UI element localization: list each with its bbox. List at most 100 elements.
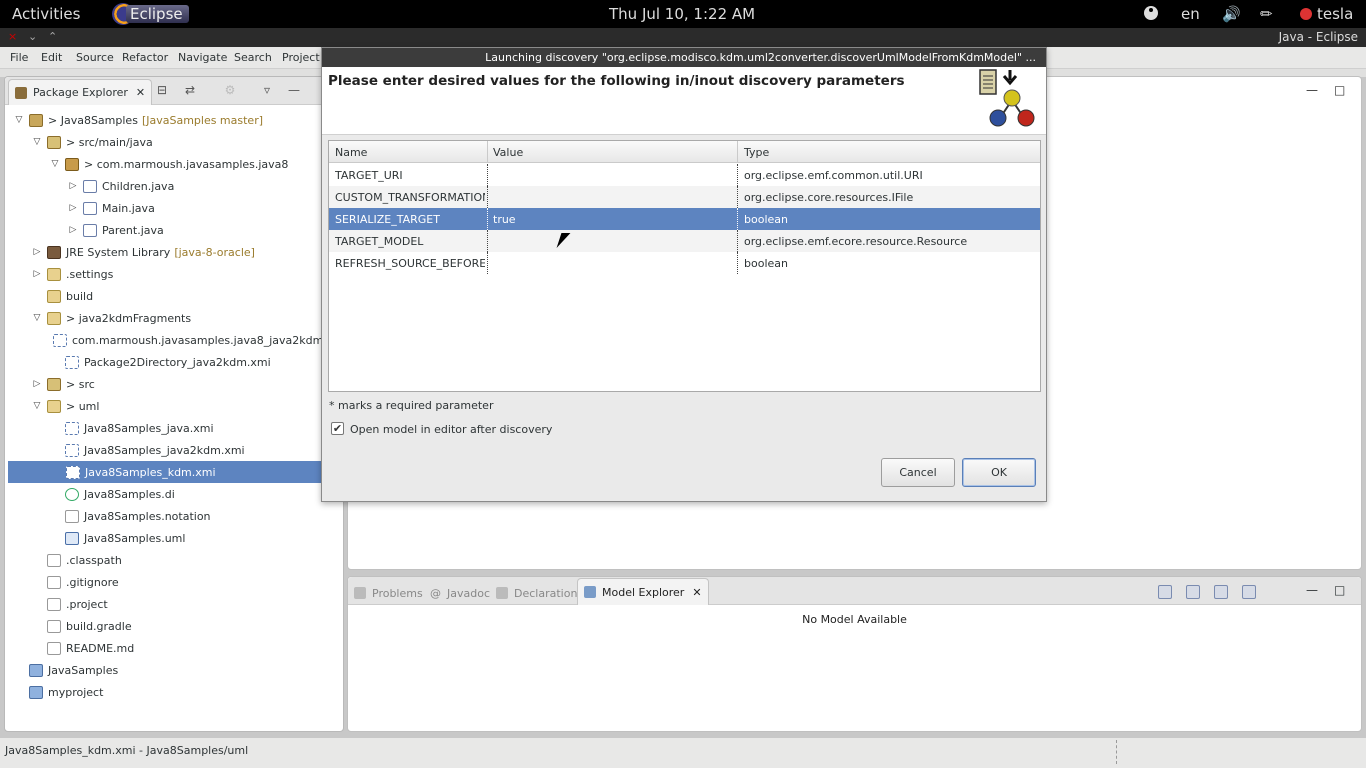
menu-edit[interactable]: Edit xyxy=(41,51,62,64)
column-name-header[interactable]: Name xyxy=(335,146,367,159)
customize-icon[interactable] xyxy=(1214,585,1228,599)
cancel-button[interactable]: Cancel xyxy=(881,458,955,487)
table-row[interactable]: REFRESH_SOURCE_BEFORE boolean xyxy=(329,252,1040,274)
cell-divider xyxy=(737,186,738,208)
file-icon xyxy=(65,509,79,523)
package-explorer-tabbar: Package Explorer ✕ ⊟ ⇄ ⚙ ▿ — xyxy=(5,77,343,105)
volume-icon[interactable]: 🔊 xyxy=(1222,5,1241,23)
menu-file[interactable]: File xyxy=(10,51,28,64)
maximize-icon[interactable]: □ xyxy=(1334,83,1345,97)
tree-item[interactable]: ▷ Main.java xyxy=(7,197,323,219)
expanded-twisty-icon[interactable]: ▽ xyxy=(49,158,61,170)
close-icon[interactable]: ✕ xyxy=(692,586,701,599)
collapsed-twisty-icon[interactable]: ▷ xyxy=(67,180,79,192)
list-view-icon[interactable] xyxy=(1158,585,1172,599)
sort-icon[interactable] xyxy=(1242,585,1256,599)
tree-item[interactable]: .project xyxy=(7,593,323,615)
tree-item[interactable]: ▽ > Java8Samples [JavaSamples master] xyxy=(7,109,323,131)
open-in-editor-checkbox[interactable]: ✔ xyxy=(331,422,344,435)
tab-problems[interactable]: Problems xyxy=(354,581,423,605)
tree-item[interactable]: Java8Samples_java.xmi xyxy=(7,417,323,439)
menu-search[interactable]: Search xyxy=(234,51,272,64)
tree-view-icon[interactable] xyxy=(1186,585,1200,599)
clock[interactable]: Thu Jul 10, 1:22 AM xyxy=(609,5,755,23)
menu-source[interactable]: Source xyxy=(76,51,114,64)
expanded-twisty-icon[interactable]: ▽ xyxy=(31,136,43,148)
activities-button[interactable]: Activities xyxy=(12,5,80,23)
package-icon xyxy=(65,157,79,171)
window-maximize-icon[interactable]: ⌃ xyxy=(48,30,57,43)
table-row[interactable]: CUSTOM_TRANSFORMATION org.eclipse.core.re… xyxy=(329,186,1040,208)
collapse-all-icon[interactable]: ⊟ xyxy=(155,83,169,97)
expanded-twisty-icon[interactable]: ▽ xyxy=(31,400,43,412)
tree-item[interactable]: ▽ > java2kdmFragments xyxy=(7,307,323,329)
open-in-editor-label[interactable]: Open model in editor after discovery xyxy=(350,423,552,436)
table-row[interactable]: TARGET_URI org.eclipse.emf.common.util.UR… xyxy=(329,164,1040,186)
tab-model-explorer[interactable]: Model Explorer ✕ xyxy=(577,578,709,605)
table-row[interactable]: TARGET_MODEL org.eclipse.emf.ecore.resour… xyxy=(329,230,1040,252)
tree-item[interactable]: ▷ > src xyxy=(7,373,323,395)
collapsed-twisty-icon[interactable]: ▷ xyxy=(31,268,43,280)
tab-package-explorer[interactable]: Package Explorer ✕ xyxy=(8,79,153,105)
tree-item[interactable]: ▽ > com.marmoush.javasamples.java8 xyxy=(7,153,323,175)
window-minimize-icon[interactable]: ⌄ xyxy=(28,30,37,43)
minimize-icon[interactable]: — xyxy=(1306,583,1318,597)
value-cell[interactable]: true xyxy=(493,213,733,226)
tree-item[interactable]: ▽ > src/main/java xyxy=(7,131,323,153)
menu-refactor[interactable]: Refactor xyxy=(122,51,168,64)
language-indicator[interactable]: en xyxy=(1181,5,1200,23)
dialog-title[interactable]: Launching discovery "org.eclipse.modisco… xyxy=(322,48,1046,67)
tree-item[interactable]: Java8Samples_kdm.xmi xyxy=(8,461,322,483)
tree-item[interactable]: myproject xyxy=(7,681,323,703)
collapsed-twisty-icon[interactable]: ▷ xyxy=(31,246,43,258)
tree-item[interactable]: Java8Samples_java2kdm.xmi xyxy=(7,439,323,461)
ok-button[interactable]: OK xyxy=(962,458,1036,487)
tree-item[interactable]: Java8Samples.uml xyxy=(7,527,323,549)
tree-item[interactable]: ▷ .settings xyxy=(7,263,323,285)
input-icon[interactable]: ✏ xyxy=(1260,5,1273,23)
minimize-icon[interactable]: — xyxy=(287,83,301,97)
collapsed-twisty-icon[interactable]: ▷ xyxy=(67,202,79,214)
menu-navigate[interactable]: Navigate xyxy=(178,51,227,64)
tree-item[interactable]: Package2Directory_java2kdm.xmi xyxy=(7,351,323,373)
maximize-icon[interactable]: □ xyxy=(1334,583,1345,597)
column-type-header[interactable]: Type xyxy=(744,146,769,159)
tree-item[interactable]: build xyxy=(7,285,323,307)
xmi-file-icon xyxy=(66,465,80,479)
tree-item[interactable]: ▷ JRE System Library [java-8-oracle] xyxy=(7,241,323,263)
tree-item[interactable]: ▷ Children.java xyxy=(7,175,323,197)
tree-item-label: > java2kdmFragments xyxy=(66,311,192,325)
table-row[interactable]: SERIALIZE_TARGET true boolean xyxy=(329,208,1040,230)
close-icon[interactable]: ✕ xyxy=(136,86,145,99)
window-close-icon[interactable]: × xyxy=(8,30,17,43)
user-menu[interactable]: tesla xyxy=(1300,5,1353,23)
tree-item[interactable]: .classpath xyxy=(7,549,323,571)
link-with-editor-icon[interactable]: ⇄ xyxy=(183,83,197,97)
column-value-header[interactable]: Value xyxy=(493,146,523,159)
tree-item[interactable]: ▽ > uml xyxy=(7,395,323,417)
view-menu-icon[interactable]: ▿ xyxy=(260,83,274,97)
tree-item-label: Parent.java xyxy=(102,223,164,237)
tree-item[interactable]: README.md xyxy=(7,637,323,659)
menu-project[interactable]: Project xyxy=(282,51,320,64)
type-cell: org.eclipse.core.resources.IFile xyxy=(744,191,914,204)
tab-javadoc[interactable]: @ Javadoc xyxy=(430,581,490,605)
tree-item-label: README.md xyxy=(66,641,135,655)
folder-icon xyxy=(47,267,61,281)
tree-item[interactable]: Java8Samples.notation xyxy=(7,505,323,527)
tab-declaration[interactable]: Declaration xyxy=(496,581,577,605)
expanded-twisty-icon[interactable]: ▽ xyxy=(31,312,43,324)
app-menu[interactable]: Eclipse xyxy=(112,3,195,25)
tree-item[interactable]: Java8Samples.di xyxy=(7,483,323,505)
tree-item[interactable]: .gitignore xyxy=(7,571,323,593)
collapsed-twisty-icon[interactable]: ▷ xyxy=(31,378,43,390)
tree-item[interactable]: com.marmoush.javasamples.java8_java2kdm.… xyxy=(7,329,347,351)
expanded-twisty-icon[interactable]: ▽ xyxy=(13,114,25,126)
accessibility-icon[interactable] xyxy=(1144,6,1158,20)
tree-item[interactable]: JavaSamples xyxy=(7,659,323,681)
minimize-icon[interactable]: — xyxy=(1306,83,1318,97)
tree-item-label: build xyxy=(66,289,94,303)
tree-item[interactable]: ▷ Parent.java xyxy=(7,219,323,241)
tree-item[interactable]: build.gradle xyxy=(7,615,323,637)
collapsed-twisty-icon[interactable]: ▷ xyxy=(67,224,79,236)
